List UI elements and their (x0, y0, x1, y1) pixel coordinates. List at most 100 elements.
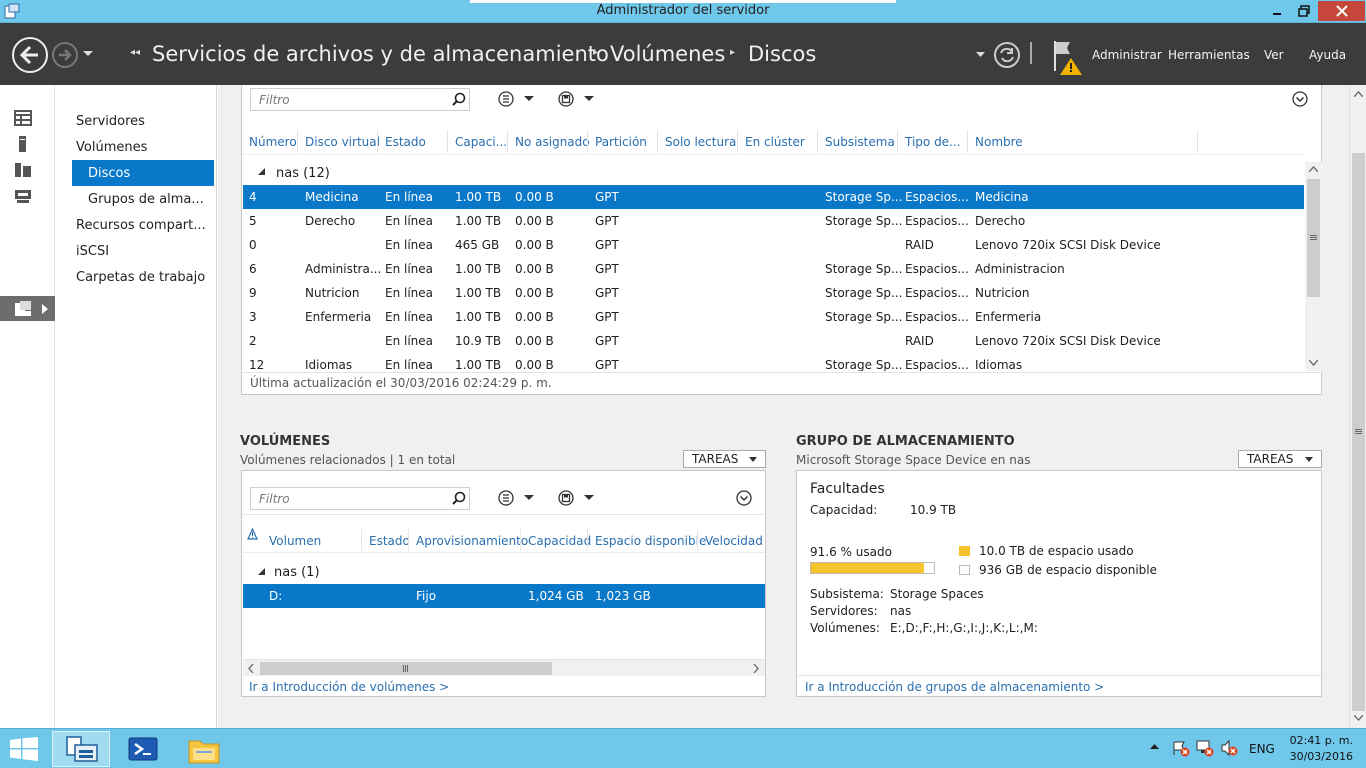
col-divider[interactable] (587, 130, 588, 153)
disks-vertical-scrollbar[interactable] (1305, 162, 1322, 371)
back-button[interactable] (11, 36, 49, 74)
table-row[interactable]: 12 Idiomas En línea 1.00 TB 0.00 B GPT Storage… (243, 353, 1304, 371)
local-server-icon[interactable] (14, 136, 34, 154)
save-query-button[interactable] (558, 91, 600, 107)
forward-button[interactable] (51, 41, 79, 69)
menu-herramientas[interactable]: Herramientas (1168, 48, 1250, 62)
taskbar-powershell[interactable] (115, 731, 173, 767)
menu-administrar[interactable]: Administrar (1092, 48, 1162, 62)
pool-intro-link[interactable]: Ir a Introducción de grupos de almacenam… (805, 680, 1104, 694)
pool-tasks-button[interactable]: TAREAS (1238, 450, 1322, 468)
collapse-button[interactable] (736, 490, 752, 506)
scroll-thumb[interactable] (1352, 153, 1365, 711)
col-divider[interactable] (520, 529, 521, 551)
col-disco-virtual[interactable]: Disco virtual (305, 135, 380, 149)
breadcrumb-dropdown[interactable] (976, 52, 985, 59)
rail-selected-item[interactable] (0, 296, 55, 321)
breadcrumb-item[interactable]: Servicios de archivos y de almacenamient… (152, 42, 609, 66)
list-view-options-button[interactable] (498, 91, 540, 107)
list-view-options-button[interactable] (498, 490, 540, 506)
scroll-up-icon[interactable] (1309, 166, 1318, 172)
table-row[interactable]: 2 En línea 10.9 TB 0.00 B GPT RAID Lenovo 720i… (243, 329, 1304, 353)
scroll-down-icon[interactable] (1354, 715, 1363, 721)
taskbar-server-manager[interactable] (52, 731, 110, 767)
nav-item-recursos[interactable]: Recursos compart... (76, 218, 206, 233)
col-divider[interactable] (897, 130, 898, 153)
col-divider[interactable] (697, 529, 698, 551)
tray-expand-icon[interactable] (1150, 743, 1159, 750)
action-center-icon[interactable] (1172, 739, 1190, 757)
col-solo-lectura[interactable]: Solo lectura (665, 135, 736, 149)
notifications-flag[interactable] (1052, 39, 1084, 75)
col-numero[interactable]: Número (249, 135, 297, 149)
col-divider[interactable] (657, 130, 658, 153)
table-row[interactable]: 9 Nutricion En línea 1.00 TB 0.00 B GPT Storag… (243, 281, 1304, 305)
col-divider[interactable] (377, 130, 378, 153)
history-dropdown[interactable] (83, 50, 93, 58)
scroll-thumb[interactable] (1307, 179, 1320, 297)
col-divider[interactable] (1197, 130, 1198, 153)
col-en-cluster[interactable]: En clúster (745, 135, 805, 149)
maximize-button[interactable] (1291, 1, 1317, 21)
network-icon[interactable] (1196, 739, 1214, 757)
col-divider[interactable] (817, 130, 818, 153)
col-subsistema[interactable]: Subsistema (825, 135, 895, 149)
volumes-filter-input[interactable]: Filtro (250, 487, 470, 510)
scroll-thumb[interactable] (260, 662, 552, 675)
input-language[interactable]: ENG (1249, 742, 1275, 756)
search-icon[interactable] (452, 491, 466, 505)
col-espacio-disponible[interactable]: Espacio disponible (595, 534, 706, 548)
col-divider[interactable] (297, 130, 298, 153)
nav-item-iscsi[interactable]: iSCSI (76, 244, 109, 259)
col-tipo[interactable]: Tipo de... (905, 135, 961, 149)
col-aprovisionamiento[interactable]: Aprovisionamiento (416, 534, 528, 548)
minimize-button[interactable] (1264, 1, 1290, 21)
col-divider[interactable] (447, 130, 448, 153)
start-button[interactable] (10, 737, 38, 761)
save-query-button[interactable] (558, 490, 600, 506)
table-row[interactable]: 4 Medicina En línea 1.00 TB 0.00 B GPT Storage… (243, 185, 1304, 209)
file-services-role-icon[interactable] (14, 188, 34, 206)
scroll-left-icon[interactable] (248, 664, 254, 673)
col-nombre[interactable]: Nombre (975, 135, 1023, 149)
volumes-horizontal-scrollbar[interactable] (243, 659, 765, 676)
col-no-asignado[interactable]: No asignado (515, 135, 590, 149)
dashboard-icon[interactable] (14, 110, 34, 128)
refresh-button[interactable] (993, 41, 1021, 69)
col-capacidad[interactable]: Capaci... (455, 135, 507, 149)
col-velocidad[interactable]: Velocidad d (705, 534, 765, 548)
disks-filter-input[interactable]: Filtro (250, 88, 470, 111)
menu-ayuda[interactable]: Ayuda (1309, 48, 1346, 62)
volumes-intro-link[interactable]: Ir a Introducción de volúmenes > (249, 680, 449, 694)
col-divider[interactable] (967, 130, 968, 153)
all-servers-icon[interactable] (14, 162, 34, 180)
nav-item-carpetas[interactable]: Carpetas de trabajo (76, 270, 205, 285)
search-icon[interactable] (452, 92, 466, 106)
col-estado[interactable]: Estado (385, 135, 426, 149)
nav-item-discos-selected[interactable]: Discos (72, 160, 214, 186)
col-divider[interactable] (408, 529, 409, 551)
scroll-right-icon[interactable] (753, 664, 759, 673)
col-divider[interactable] (587, 529, 588, 551)
col-divider[interactable] (737, 130, 738, 153)
menu-ver[interactable]: Ver (1264, 48, 1284, 62)
col-capacidad[interactable]: Capacidad (528, 534, 591, 548)
taskbar-file-explorer[interactable] (176, 731, 234, 767)
scroll-down-icon[interactable] (1309, 360, 1318, 366)
table-row[interactable]: 3 Enfermeria En línea 1.00 TB 0.00 B GPT Stora… (243, 305, 1304, 329)
breadcrumb-item[interactable]: Volúmenes (610, 42, 725, 66)
table-row[interactable]: 5 Derecho En línea 1.00 TB 0.00 B GPT Storage … (243, 209, 1304, 233)
col-volumen[interactable]: Volumen (269, 534, 321, 548)
volume-muted-icon[interactable] (1220, 739, 1238, 757)
col-divider[interactable] (361, 529, 362, 551)
table-row[interactable]: 0 En línea 465 GB 0.00 B GPT RAID Lenovo 720ix… (243, 233, 1304, 257)
nav-item-grupos[interactable]: Grupos de alma... (88, 192, 204, 207)
col-divider[interactable] (507, 130, 508, 153)
collapse-button[interactable] (1292, 91, 1308, 107)
nav-item-volumenes[interactable]: Volúmenes (76, 140, 147, 155)
breadcrumb-item[interactable]: Discos (748, 42, 816, 66)
clock[interactable]: 02:41 p. m. 30/03/2016 (1283, 734, 1353, 763)
main-vertical-scrollbar[interactable] (1349, 85, 1366, 728)
col-estado[interactable]: Estado (369, 534, 410, 548)
nav-item-servidores[interactable]: Servidores (76, 114, 145, 129)
